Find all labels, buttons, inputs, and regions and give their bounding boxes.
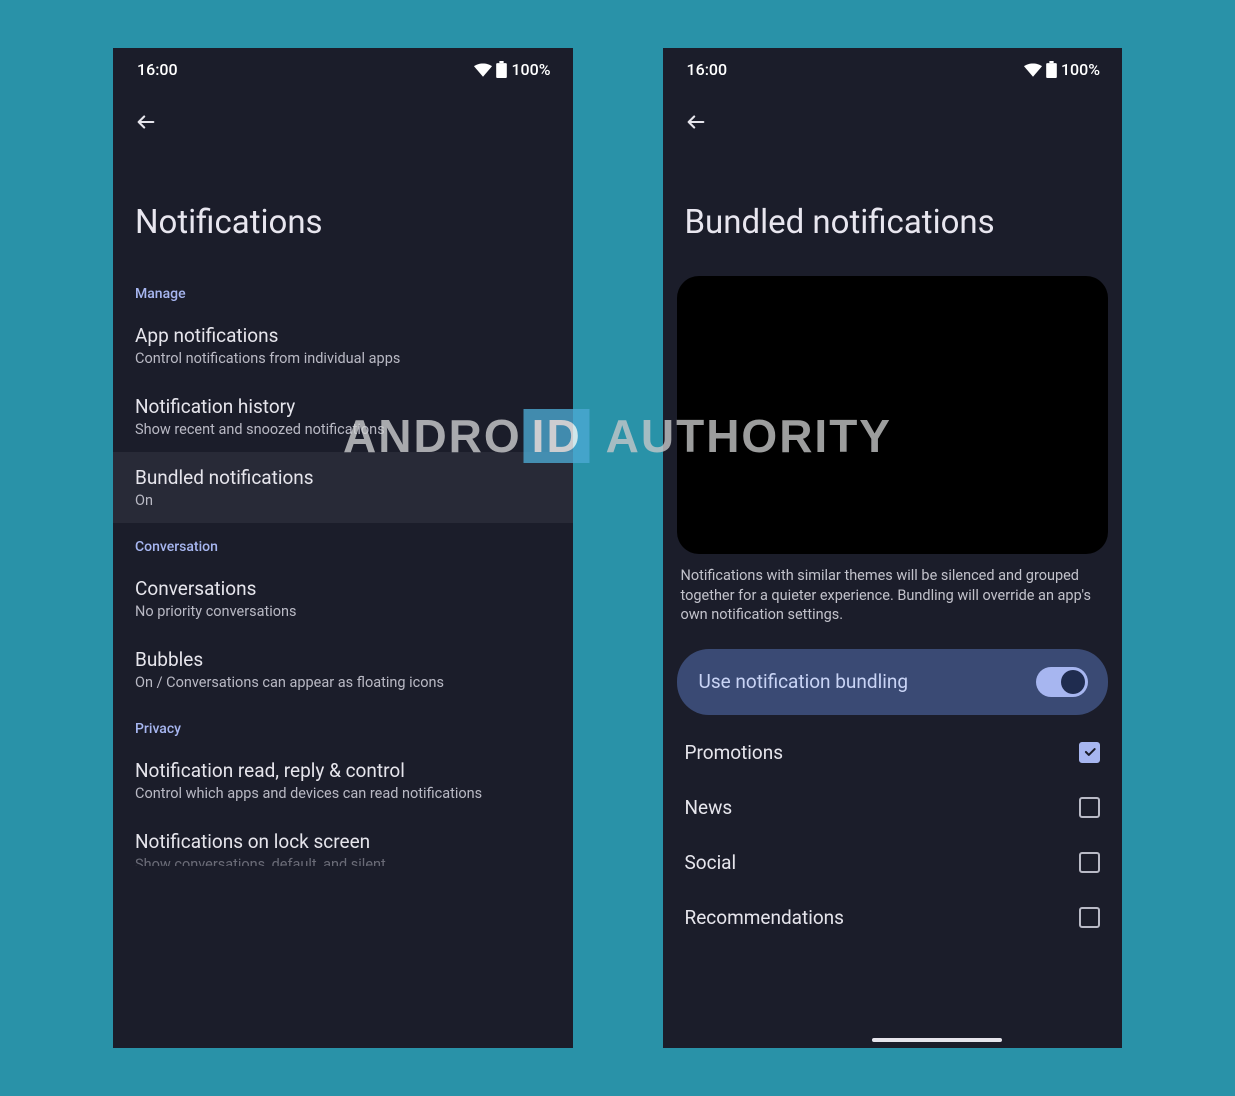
category-label: Recommendations — [685, 906, 844, 929]
settings-item[interactable]: Notifications on lock screen Show convers… — [113, 816, 573, 880]
settings-item[interactable]: App notifications Control notifications f… — [113, 310, 573, 381]
page-title: Bundled notifications — [663, 149, 1123, 270]
hero-image-placeholder — [677, 276, 1109, 554]
status-time: 16:00 — [687, 60, 728, 79]
item-subtitle: On / Conversations can appear as floatin… — [135, 674, 551, 691]
checkbox-checked-icon[interactable] — [1079, 742, 1100, 763]
item-title: Bubbles — [135, 648, 551, 671]
settings-item[interactable]: Bubbles On / Conversations can appear as … — [113, 634, 573, 705]
category-label: Promotions — [685, 741, 784, 764]
nav-bar-indicator[interactable] — [872, 1038, 1002, 1042]
wifi-icon — [1024, 63, 1042, 77]
item-title: App notifications — [135, 324, 551, 347]
item-subtitle: Show conversations, default, and silent — [135, 856, 551, 866]
status-right: 100% — [474, 60, 550, 79]
page-title: Notifications — [113, 149, 573, 270]
category-row[interactable]: Recommendations — [663, 890, 1123, 945]
settings-item[interactable]: Bundled notifications On — [113, 452, 573, 523]
bundling-description: Notifications with similar themes will b… — [663, 566, 1123, 637]
status-battery-pct: 100% — [511, 60, 550, 79]
item-subtitle: On — [135, 492, 551, 509]
status-bar: 16:00 100% — [113, 48, 573, 85]
item-subtitle: No priority conversations — [135, 603, 551, 620]
checkbox-unchecked-icon[interactable] — [1079, 907, 1100, 928]
switch-on — [1036, 667, 1088, 697]
settings-item[interactable]: Notification read, reply & control Contro… — [113, 745, 573, 816]
item-subtitle: Show recent and snoozed notifications — [135, 421, 551, 438]
battery-icon — [496, 61, 507, 78]
status-time: 16:00 — [137, 60, 178, 79]
section-header: Manage — [113, 270, 573, 310]
toggle-label: Use notification bundling — [699, 670, 909, 693]
checkbox-unchecked-icon[interactable] — [1079, 852, 1100, 873]
category-row[interactable]: Social — [663, 835, 1123, 890]
category-label: News — [685, 796, 733, 819]
item-title: Bundled notifications — [135, 466, 551, 489]
checkbox-unchecked-icon[interactable] — [1079, 797, 1100, 818]
settings-item[interactable]: Notification history Show recent and snoo… — [113, 381, 573, 452]
phone-bundled: 16:00 100% Bundled notifications Notific… — [663, 48, 1123, 1048]
status-right: 100% — [1024, 60, 1100, 79]
item-title: Conversations — [135, 577, 551, 600]
item-subtitle: Control which apps and devices can read … — [135, 785, 551, 802]
item-title: Notification read, reply & control — [135, 759, 551, 782]
battery-icon — [1046, 61, 1057, 78]
category-row[interactable]: Promotions — [663, 725, 1123, 780]
category-row[interactable]: News — [663, 780, 1123, 835]
status-bar: 16:00 100% — [663, 48, 1123, 85]
section-header: Conversation — [113, 523, 573, 563]
arrow-left-icon — [685, 111, 707, 133]
settings-item[interactable]: Conversations No priority conversations — [113, 563, 573, 634]
item-title: Notifications on lock screen — [135, 830, 551, 853]
item-title: Notification history — [135, 395, 551, 418]
item-subtitle: Control notifications from individual ap… — [135, 350, 551, 367]
section-header: Privacy — [113, 705, 573, 745]
category-label: Social — [685, 851, 737, 874]
back-button[interactable] — [677, 103, 715, 141]
phone-notifications: 16:00 100% Notifications ManageApp notif… — [113, 48, 573, 1048]
status-battery-pct: 100% — [1061, 60, 1100, 79]
use-bundling-toggle[interactable]: Use notification bundling — [677, 649, 1109, 715]
arrow-left-icon — [135, 111, 157, 133]
wifi-icon — [474, 63, 492, 77]
back-button[interactable] — [127, 103, 165, 141]
toolbar — [113, 85, 573, 149]
toolbar — [663, 85, 1123, 149]
